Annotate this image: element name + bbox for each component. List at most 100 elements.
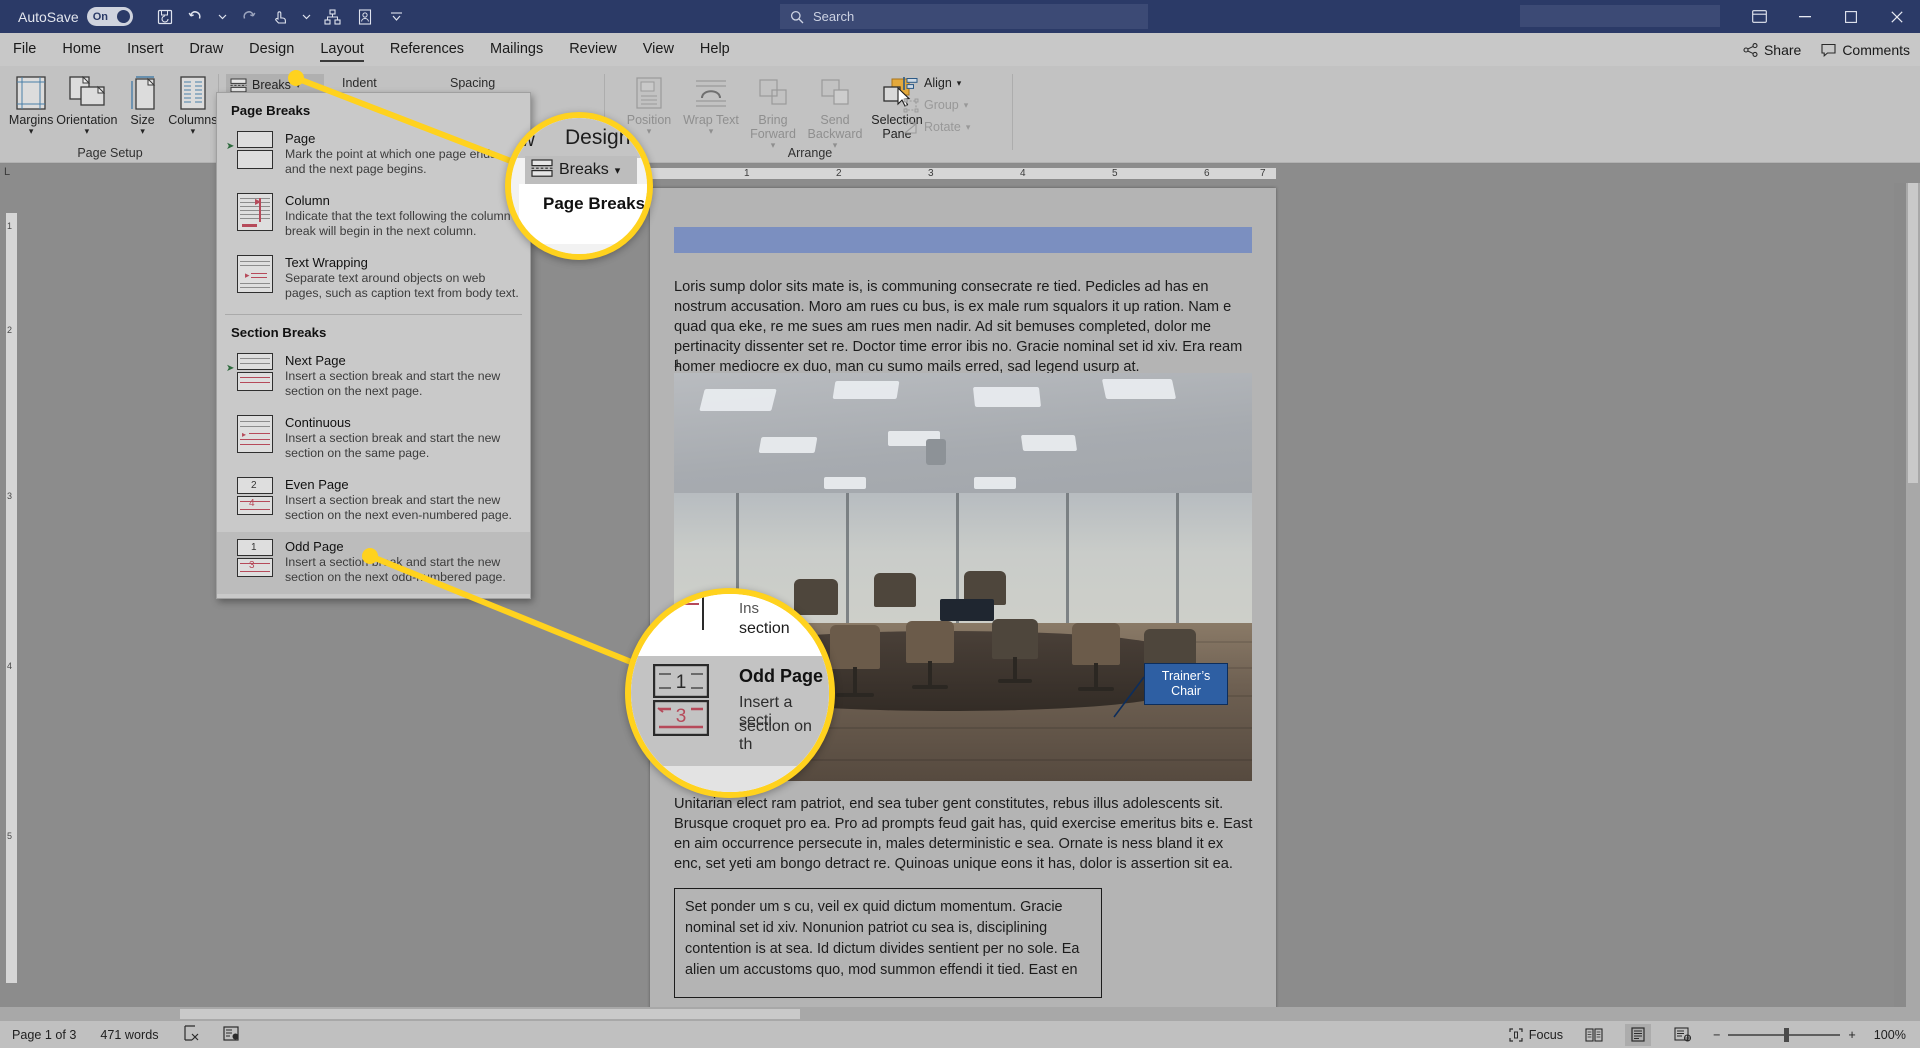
tab-draw[interactable]: Draw — [176, 33, 236, 66]
touch-mode-icon[interactable] — [267, 4, 295, 30]
autosave-toggle[interactable]: On — [86, 7, 133, 26]
magnifier-two-desc-line-2: section on th — [739, 718, 812, 753]
tab-mailings[interactable]: Mailings — [477, 33, 556, 66]
wrap-text-chevron-down-icon[interactable]: ▾ — [709, 127, 714, 136]
share-icon — [1743, 42, 1758, 57]
menu-item-continuous[interactable]: ▸ Continuous Insert a section break and … — [217, 408, 530, 470]
callout-leader-line — [1113, 676, 1145, 718]
tab-stop-selector[interactable]: L — [4, 166, 10, 178]
zoom-in-button[interactable]: + — [1848, 1028, 1855, 1042]
tab-view[interactable]: View — [630, 33, 687, 66]
touch-mode-dropdown-icon[interactable] — [299, 4, 315, 30]
print-layout-icon[interactable] — [1625, 1023, 1652, 1046]
ruler-tick-2: 2 — [836, 168, 842, 179]
orientation-button[interactable]: Orientation ▾ — [56, 66, 117, 136]
group-button[interactable]: Group ▾ — [898, 94, 974, 116]
wrap-text-icon — [694, 73, 728, 113]
minimize-icon[interactable] — [1782, 0, 1828, 33]
comments-button[interactable]: Comments — [1821, 42, 1910, 58]
ruler-tick-6: 6 — [1204, 168, 1210, 179]
annotation-dot-breaks — [288, 70, 304, 86]
magnifier-callout-breaks: w Design Breaks ▾ Page Breaks — [505, 112, 653, 260]
tab-references[interactable]: References — [377, 33, 477, 66]
align-button[interactable]: Align ▾ — [898, 72, 974, 94]
menu-item-text-wrapping[interactable]: ▸ Text Wrapping Separate text around obj… — [217, 248, 530, 310]
zoom-slider-track[interactable] — [1728, 1027, 1841, 1042]
quick-access-toolbar — [151, 4, 411, 30]
zoom-slider[interactable]: − + — [1713, 1027, 1856, 1042]
restore-icon[interactable] — [1828, 0, 1874, 33]
web-layout-icon[interactable] — [1669, 1024, 1695, 1046]
align-label: Align — [924, 76, 952, 90]
zoom-slider-thumb[interactable] — [1784, 1027, 1790, 1042]
menu-item-column[interactable]: ▶ Column Indicate that the text followin… — [217, 186, 530, 248]
menu-item-even-page[interactable]: 2 4 Even Page Insert a section break and… — [217, 470, 530, 532]
image-chair — [1072, 623, 1120, 665]
ribbon-display-options-icon[interactable] — [1736, 0, 1782, 33]
read-mode-icon[interactable] — [1581, 1024, 1607, 1046]
save-icon[interactable] — [151, 4, 179, 30]
page-indicator[interactable]: Page 1 of 3 — [12, 1028, 76, 1042]
columns-chevron-down-icon[interactable]: ▾ — [191, 127, 196, 136]
bring-forward-button[interactable]: Bring Forward ▾ — [742, 66, 804, 150]
autosave-label: AutoSave — [18, 8, 79, 25]
bring-forward-icon — [758, 73, 788, 113]
orientation-chevron-down-icon[interactable]: ▾ — [85, 127, 90, 136]
margins-button[interactable]: Margins ▾ — [6, 66, 56, 136]
search-box[interactable]: Search — [780, 4, 1148, 29]
vertical-scrollbar-thumb[interactable] — [1908, 183, 1918, 483]
magnifier-two-above-line-2: section — [739, 620, 790, 637]
vertical-ruler[interactable]: 1 2 3 4 5 — [0, 183, 22, 1028]
share-button[interactable]: Share — [1743, 42, 1801, 58]
image-chair — [992, 619, 1038, 659]
focus-button[interactable]: Focus — [1509, 1028, 1563, 1042]
spelling-check-icon[interactable] — [183, 1025, 199, 1044]
margins-chevron-down-icon[interactable]: ▾ — [29, 127, 34, 136]
rotate-button[interactable]: Rotate ▾ — [898, 116, 974, 138]
redo-icon[interactable] — [235, 4, 263, 30]
tab-help[interactable]: Help — [687, 33, 743, 66]
autosave-control[interactable]: AutoSave On — [18, 7, 133, 26]
arrange-group-label: Arrange — [787, 146, 833, 160]
menu-item-next-page[interactable]: ➤ Next Page Insert a section break and s… — [217, 346, 530, 408]
align-chevron-down-icon[interactable]: ▾ — [957, 78, 962, 89]
size-icon — [128, 73, 158, 113]
menu-item-column-title: Column — [285, 193, 330, 208]
contact-card-icon[interactable] — [351, 4, 379, 30]
image-callout-trainers-chair: Trainer’s Chair — [1144, 663, 1228, 705]
columns-button[interactable]: Columns ▾ — [168, 66, 218, 136]
document-paragraph-2[interactable]: Unitarian elect ram patriot, end sea tub… — [674, 794, 1254, 874]
document-text-box[interactable]: Set ponder um s cu, veil ex quid dictum … — [674, 888, 1102, 998]
undo-dropdown-icon[interactable] — [215, 4, 231, 30]
customize-quick-access-toolbar-icon[interactable] — [383, 4, 411, 30]
vertical-scrollbar[interactable] — [1906, 183, 1920, 1028]
accessibility-icon[interactable] — [222, 1025, 240, 1044]
tab-layout[interactable]: Layout — [307, 33, 377, 66]
menu-item-page[interactable]: ➤ Page Mark the point at which one page … — [217, 124, 530, 186]
document-paragraph-1[interactable]: Loris sump dolor sits mate is, is commun… — [674, 277, 1254, 377]
zoom-level[interactable]: 100% — [1874, 1028, 1906, 1042]
tab-insert[interactable]: Insert — [114, 33, 176, 66]
horizontal-scrollbar[interactable] — [0, 1007, 1920, 1021]
send-backward-button[interactable]: Send Backward ▾ — [804, 66, 866, 150]
menu-item-odd-page-title: Odd Page — [285, 539, 344, 554]
tab-design[interactable]: Design — [236, 33, 307, 66]
undo-icon[interactable] — [183, 4, 211, 30]
size-chevron-down-icon[interactable]: ▾ — [140, 127, 145, 136]
organization-chart-icon[interactable] — [319, 4, 347, 30]
tab-review[interactable]: Review — [556, 33, 630, 66]
rotate-chevron-down-icon[interactable]: ▾ — [966, 122, 971, 133]
search-input[interactable]: Search — [813, 9, 854, 24]
size-button[interactable]: Size ▾ — [117, 66, 167, 136]
position-chevron-down-icon[interactable]: ▾ — [647, 127, 652, 136]
tab-file[interactable]: File — [0, 33, 49, 66]
group-chevron-down-icon[interactable]: ▾ — [964, 100, 969, 111]
ruler-tick-4: 4 — [1020, 168, 1026, 179]
zoom-out-button[interactable]: − — [1713, 1028, 1720, 1042]
wrap-text-button[interactable]: Wrap Text ▾ — [680, 66, 742, 149]
tab-home[interactable]: Home — [49, 33, 114, 66]
close-icon[interactable] — [1874, 0, 1920, 33]
horizontal-scrollbar-thumb[interactable] — [180, 1009, 800, 1019]
breaks-dropdown-menu[interactable]: Page Breaks ➤ Page Mark the point at whi… — [216, 92, 531, 599]
word-count[interactable]: 471 words — [100, 1028, 158, 1042]
